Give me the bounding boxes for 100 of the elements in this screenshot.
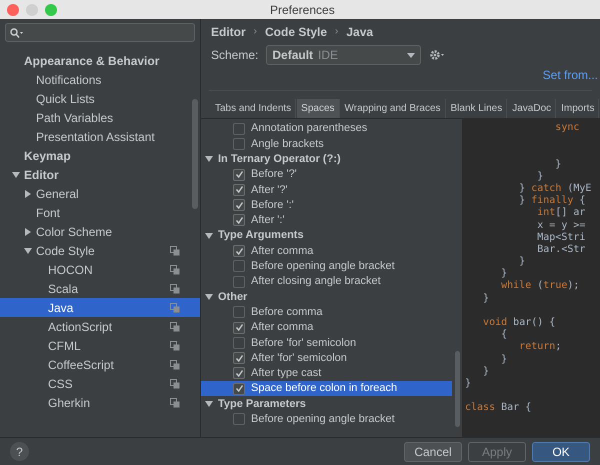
tree-item[interactable]: Path Variables	[0, 108, 200, 127]
collapsed-arrow-icon[interactable]	[24, 190, 32, 198]
checkbox[interactable]	[233, 352, 245, 364]
option-row[interactable]: Before opening angle bracket	[201, 412, 452, 427]
group-title: In Ternary Operator (?:)	[218, 152, 341, 167]
scrollbar[interactable]	[455, 351, 460, 427]
option-row[interactable]: Annotation parentheses	[201, 121, 452, 136]
checkbox[interactable]	[233, 214, 245, 226]
option-row[interactable]: Space before colon in foreach	[201, 381, 452, 396]
option-row[interactable]: After comma	[201, 320, 452, 336]
code-line: } finally {	[518, 195, 586, 207]
option-row[interactable]: After type cast	[201, 366, 452, 382]
tab[interactable]: Imports	[557, 99, 600, 118]
group-header[interactable]: Type Arguments	[201, 228, 462, 244]
tree-item[interactable]: Notifications	[0, 70, 200, 89]
option-label: Before comma	[251, 304, 323, 320]
option-row[interactable]: After ':'	[201, 212, 452, 228]
option-row[interactable]: Before comma	[201, 304, 452, 320]
option-row[interactable]: After comma	[201, 243, 452, 259]
group-title: Other	[218, 290, 248, 305]
code-line: }	[465, 378, 472, 390]
tree-item-label: CoffeeScript	[48, 356, 115, 374]
option-label: Before ':'	[251, 198, 294, 213]
code-line: x = y >=	[536, 220, 586, 232]
gear-icon[interactable]	[429, 49, 446, 61]
checkbox[interactable]	[233, 413, 245, 426]
ok-button[interactable]: OK	[532, 442, 590, 462]
tree-item-label: Scala	[48, 280, 80, 298]
breadcrumb-item[interactable]: Code Style	[265, 22, 328, 40]
checkbox[interactable]	[233, 260, 245, 272]
tree-item[interactable]: CFML	[0, 336, 200, 355]
tree-item[interactable]: Font	[0, 203, 200, 222]
checkbox[interactable]	[233, 245, 245, 258]
tree-item[interactable]: Presentation Assistant	[0, 127, 200, 146]
checkbox[interactable]	[233, 122, 245, 135]
group-header[interactable]: Other	[201, 289, 462, 305]
checkbox[interactable]	[233, 306, 245, 318]
expanded-arrow-icon[interactable]	[205, 292, 213, 301]
tab[interactable]: Blank Lines	[446, 99, 508, 118]
help-button[interactable]: ?	[10, 442, 29, 461]
code-line: sync	[554, 122, 580, 134]
tree-item-label: General	[36, 186, 80, 202]
collapsed-arrow-icon[interactable]	[24, 228, 32, 236]
tree-item[interactable]: Code Style	[0, 241, 200, 260]
tab[interactable]: Wrapping and Braces	[340, 99, 446, 118]
breadcrumb-item[interactable]: Editor	[211, 22, 246, 40]
dialog-button[interactable]: Cancel	[404, 442, 462, 462]
tree-item[interactable]: Gherkin	[0, 393, 200, 412]
tab[interactable]: JavaDoc	[508, 99, 556, 118]
tab[interactable]: Tabs and Indents	[211, 99, 296, 118]
tree-item[interactable]: Java	[0, 298, 200, 317]
checkbox[interactable]	[233, 138, 245, 150]
expanded-arrow-icon[interactable]	[12, 170, 20, 178]
tree-item[interactable]: Scala	[0, 279, 200, 298]
tree-item[interactable]: Editor	[0, 165, 200, 184]
scheme-dropdown[interactable]: Default IDE	[266, 45, 422, 65]
expanded-arrow-icon[interactable]	[24, 246, 32, 254]
checkbox[interactable]	[233, 382, 245, 395]
option-row[interactable]: Before opening angle bracket	[201, 258, 452, 274]
option-row[interactable]: Angle brackets	[201, 136, 452, 152]
checkbox[interactable]	[233, 199, 245, 212]
checkbox[interactable]	[233, 184, 245, 196]
checkbox[interactable]	[233, 168, 245, 181]
option-label: After '?'	[251, 182, 288, 198]
checkbox[interactable]	[233, 322, 245, 334]
tree-item[interactable]: General	[0, 184, 200, 203]
checkbox[interactable]	[233, 367, 245, 380]
option-row[interactable]: Before '?'	[201, 166, 452, 182]
option-row[interactable]: Before ':'	[201, 197, 452, 213]
code-line: class Bar {	[465, 402, 532, 414]
option-row[interactable]: After closing angle bracket	[201, 274, 452, 290]
expanded-arrow-icon[interactable]	[205, 400, 213, 408]
scrollbar[interactable]	[192, 99, 198, 209]
code-line: }	[482, 366, 490, 378]
scheme-name: Default	[272, 47, 314, 64]
tab[interactable]: Spaces	[297, 99, 340, 118]
group-header[interactable]: In Ternary Operator (?:)	[201, 152, 462, 167]
option-row[interactable]: After 'for' semicolon	[201, 350, 452, 366]
expanded-arrow-icon[interactable]	[205, 232, 213, 240]
tree-item[interactable]: Color Scheme	[0, 222, 200, 241]
tree-item[interactable]: HOCON	[0, 260, 200, 279]
group-header[interactable]: Type Parameters	[201, 396, 462, 412]
tree-item[interactable]: CoffeeScript	[0, 355, 200, 374]
option-row[interactable]: After '?'	[201, 182, 452, 198]
tree-item[interactable]: Appearance & Behavior	[0, 51, 200, 70]
option-label: Angle brackets	[251, 136, 324, 152]
search-field[interactable]	[5, 23, 195, 42]
checkbox[interactable]	[233, 336, 245, 349]
code-line: } catch (MyE	[518, 182, 592, 195]
tree-item[interactable]: Keymap	[0, 146, 200, 165]
expanded-arrow-icon[interactable]	[205, 155, 213, 164]
tree-item[interactable]: CSS	[0, 374, 200, 393]
tree-item-label: Presentation Assistant	[36, 128, 156, 146]
option-row[interactable]: Before 'for' semicolon	[201, 335, 452, 350]
breadcrumb-item[interactable]: Java	[346, 22, 374, 40]
checkbox[interactable]	[233, 276, 245, 288]
tree-item[interactable]: ActionScript	[0, 317, 200, 336]
caret-icon	[407, 52, 416, 58]
set-from-link[interactable]: Set from...	[542, 66, 598, 84]
tree-item[interactable]: Quick Lists	[0, 89, 200, 108]
